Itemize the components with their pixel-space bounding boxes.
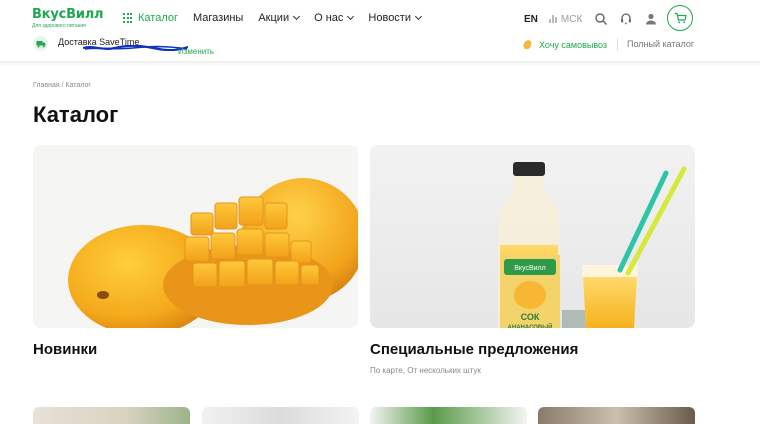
category-card-special-offers[interactable]: ВкусВилл СОК АНАНАСОВЫЙ	[370, 145, 695, 328]
nav-catalog-label: Каталог	[138, 12, 178, 24]
logo-subtitle: Для здорового питания	[32, 23, 86, 29]
pickup-label: Хочу самовывоз	[539, 39, 608, 50]
support-icon[interactable]	[619, 12, 633, 26]
page-title: Каталог	[33, 102, 119, 127]
nav-news[interactable]: Новости	[368, 12, 423, 24]
category-title-new[interactable]: Новинки	[33, 341, 97, 358]
city-skyline-icon	[548, 15, 558, 23]
full-catalog-link[interactable]: Полный каталог	[627, 39, 694, 49]
nav-shops-label: Магазины	[193, 12, 244, 24]
pickup-toggle[interactable]: Хочу самовывоз	[522, 39, 607, 50]
city-label: МСК	[560, 13, 583, 25]
delivery-selector[interactable]: Доставка SaveTime Изменить	[33, 36, 214, 56]
category-card-new[interactable]	[33, 145, 358, 328]
category-card-thumbnail[interactable]	[202, 407, 359, 424]
main-nav: Каталог Магазины Акции О нас Новости	[123, 12, 436, 24]
grid-icon	[123, 13, 133, 23]
redaction-scribble	[83, 45, 188, 51]
nav-about[interactable]: О нас	[314, 12, 355, 24]
hand-wave-icon	[523, 39, 532, 50]
logo[interactable]: ВкусВилл Для здорового питания	[32, 7, 104, 29]
bottle-brand: ВкусВилл	[514, 265, 545, 272]
mango-image	[33, 145, 358, 328]
category-card-thumbnail[interactable]	[370, 407, 527, 424]
category-subtitle-special-offers: По карте, От нескольких штук	[370, 366, 481, 375]
chevron-down-icon	[414, 12, 423, 21]
change-address-link[interactable]: Изменить	[178, 47, 214, 56]
header-divider	[617, 38, 618, 51]
site-header: ВкусВилл Для здорового питания Каталог М…	[0, 0, 760, 62]
user-icon[interactable]	[644, 12, 658, 26]
city-selector[interactable]: МСК	[548, 13, 583, 25]
nav-catalog[interactable]: Каталог	[123, 12, 178, 24]
category-card-thumbnail[interactable]	[538, 407, 695, 424]
search-icon[interactable]	[594, 12, 608, 26]
cart-icon	[674, 12, 687, 24]
chevron-down-icon	[347, 12, 355, 21]
truck-icon	[33, 36, 48, 51]
header-tools: EN МСК	[524, 12, 669, 26]
juice-image: ВкусВилл СОК АНАНАСОВЫЙ	[370, 145, 695, 328]
nav-promotions[interactable]: Акции	[258, 12, 301, 24]
nav-about-label: О нас	[314, 12, 344, 24]
cart-button[interactable]	[667, 5, 693, 31]
nav-news-label: Новости	[368, 12, 411, 24]
language-switch[interactable]: EN	[524, 14, 538, 25]
category-title-special-offers[interactable]: Специальные предложения	[370, 341, 578, 358]
bottle-label: СОК	[521, 312, 540, 322]
chevron-down-icon	[293, 12, 301, 21]
category-card-thumbnail[interactable]	[33, 407, 190, 424]
nav-promotions-label: Акции	[258, 12, 290, 24]
breadcrumb[interactable]: Главная / Каталог	[33, 82, 91, 89]
nav-shops[interactable]: Магазины	[193, 12, 243, 24]
logo-title: ВкусВилл	[32, 7, 104, 22]
header-shadow	[0, 62, 760, 66]
